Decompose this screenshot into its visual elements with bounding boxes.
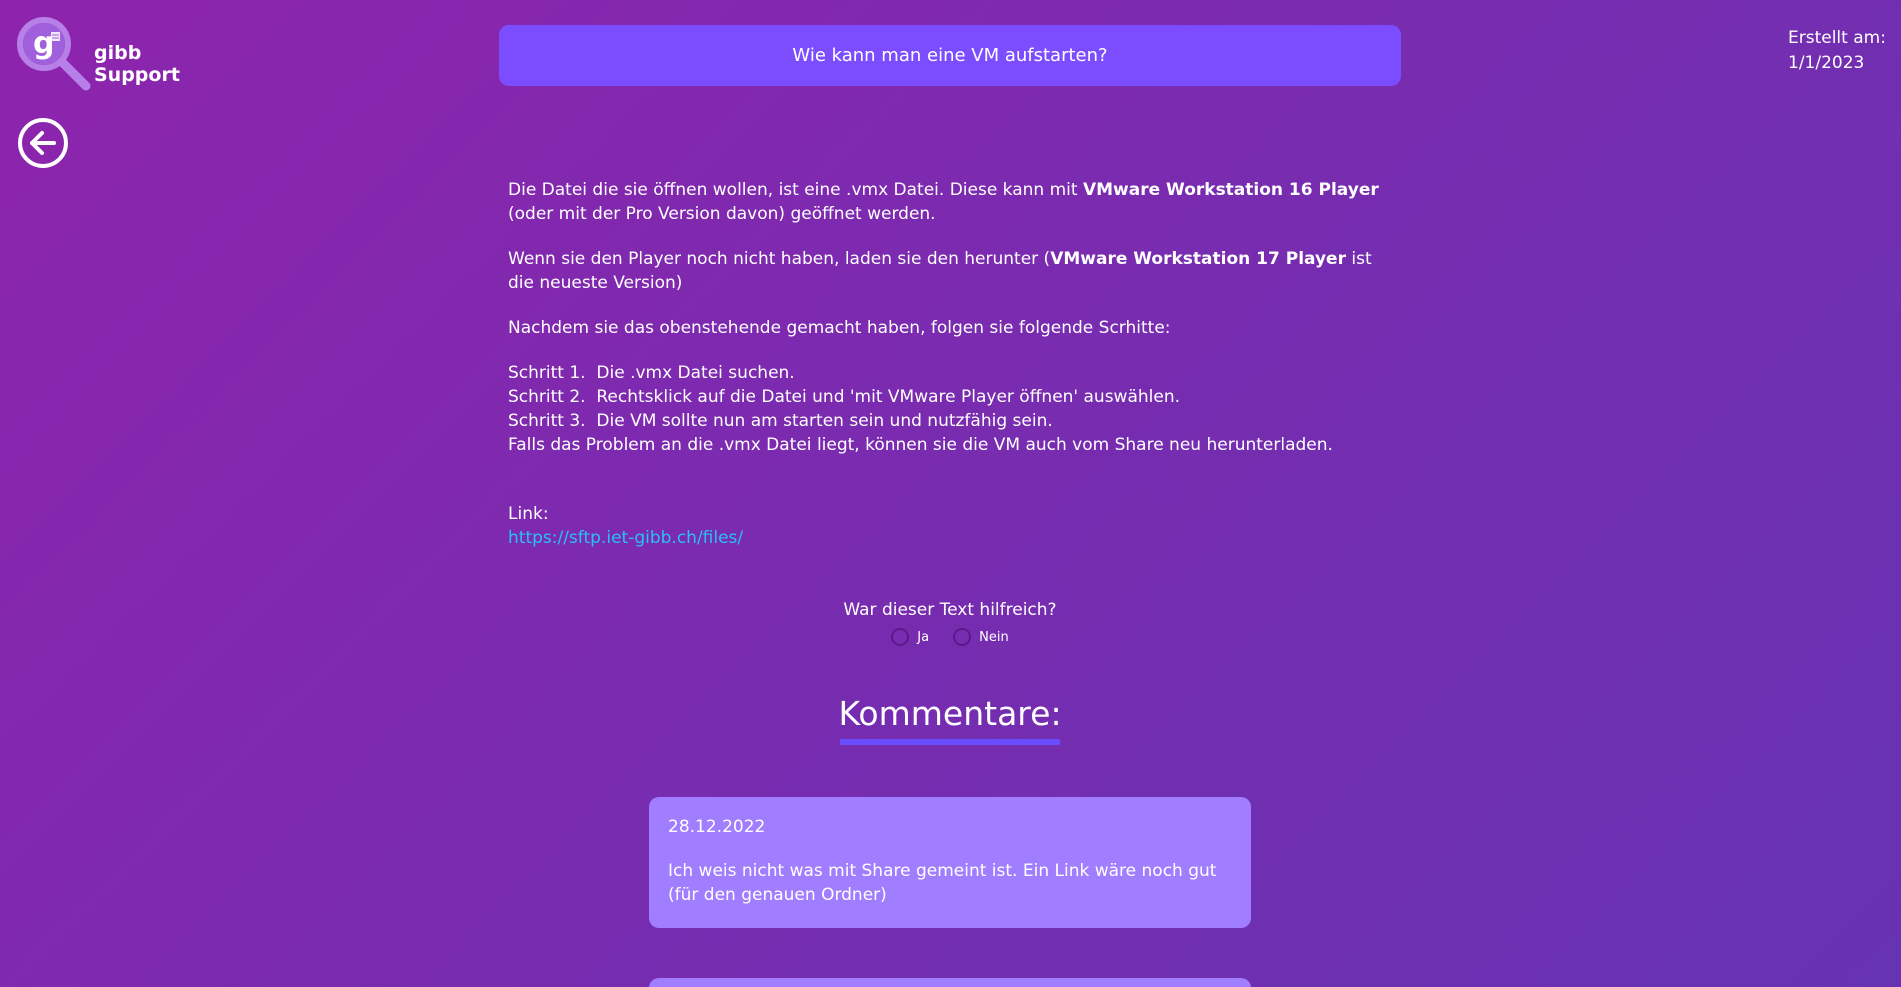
gibb-support-logo[interactable]: g gibb Support <box>16 16 216 96</box>
paragraph-1-text-a: Die Datei die sie öffnen wollen, ist ein… <box>508 180 1083 200</box>
feedback-no-radio[interactable] <box>953 628 972 646</box>
comment-date: 28.12.2022 <box>668 817 766 837</box>
comment-card-partial <box>649 978 1251 987</box>
arrow-left-circle-icon <box>18 118 68 168</box>
feedback-no-option[interactable]: Nein <box>953 628 1009 646</box>
download-link[interactable]: https://sftp.iet-gibb.ch/files/ <box>508 528 743 548</box>
step-2: Schritt 2. Rechtsklick auf die Datei und… <box>508 387 1181 407</box>
share-note: Falls das Problem an die .vmx Datei lieg… <box>508 435 1333 455</box>
created-date: 1/1/2023 <box>1788 53 1865 73</box>
link-label: Link: <box>508 504 549 524</box>
paragraph-3: Nachdem sie das obenstehende gemacht hab… <box>508 318 1171 338</box>
created-label: Erstellt am: <box>1788 28 1886 48</box>
paragraph-2-text-a: Wenn sie den Player noch nicht haben, la… <box>508 249 1051 269</box>
paragraph-2: Wenn sie den Player noch nicht haben, la… <box>508 247 1396 295</box>
article-body: Die Datei die sie öffnen wollen, ist ein… <box>508 178 1396 457</box>
brand-name: gibb Support <box>94 42 180 86</box>
paragraph-1-text-b: (oder mit der Pro Version davon) geöffne… <box>508 204 936 224</box>
question-title: Wie kann man eine VM aufstarten? <box>792 45 1108 66</box>
feedback-question: War dieser Text hilfreich? <box>843 600 1057 620</box>
question-title-bar: Wie kann man eine VM aufstarten? <box>499 25 1401 86</box>
feedback-no-label: Nein <box>979 629 1009 645</box>
feedback-yes-option[interactable]: Ja <box>891 628 929 646</box>
steps-list: Schritt 1. Die .vmx Datei suchen. Schrit… <box>508 361 1396 457</box>
paragraph-2-bold: VMware Workstation 17 Player <box>1050 249 1346 269</box>
created-info: Erstellt am: 1/1/2023 <box>1788 26 1886 76</box>
paragraph-1-bold: VMware Workstation 16 Player <box>1082 180 1379 200</box>
feedback-yes-radio[interactable] <box>891 628 910 646</box>
back-button[interactable] <box>16 116 70 170</box>
paragraph-1: Die Datei die sie öffnen wollen, ist ein… <box>508 178 1396 226</box>
feedback-yes-label: Ja <box>917 629 930 645</box>
comment-text: Ich weis nicht was mit Share gemeint ist… <box>668 861 1217 905</box>
comments-heading-underline <box>840 739 1060 745</box>
comment-card: 28.12.2022 Ich weis nicht was mit Share … <box>649 797 1251 928</box>
comments-heading: Kommentare: <box>838 694 1062 733</box>
feedback-section: War dieser Text hilfreich? Ja Nein <box>700 600 1200 646</box>
step-3: Schritt 3. Die VM sollte nun am starten … <box>508 411 1053 431</box>
logo-letter: g <box>33 26 55 61</box>
feedback-options: Ja Nein <box>700 628 1200 646</box>
step-1: Schritt 1. Die .vmx Datei suchen. <box>508 363 795 383</box>
magnifier-logo-icon <box>17 17 91 91</box>
